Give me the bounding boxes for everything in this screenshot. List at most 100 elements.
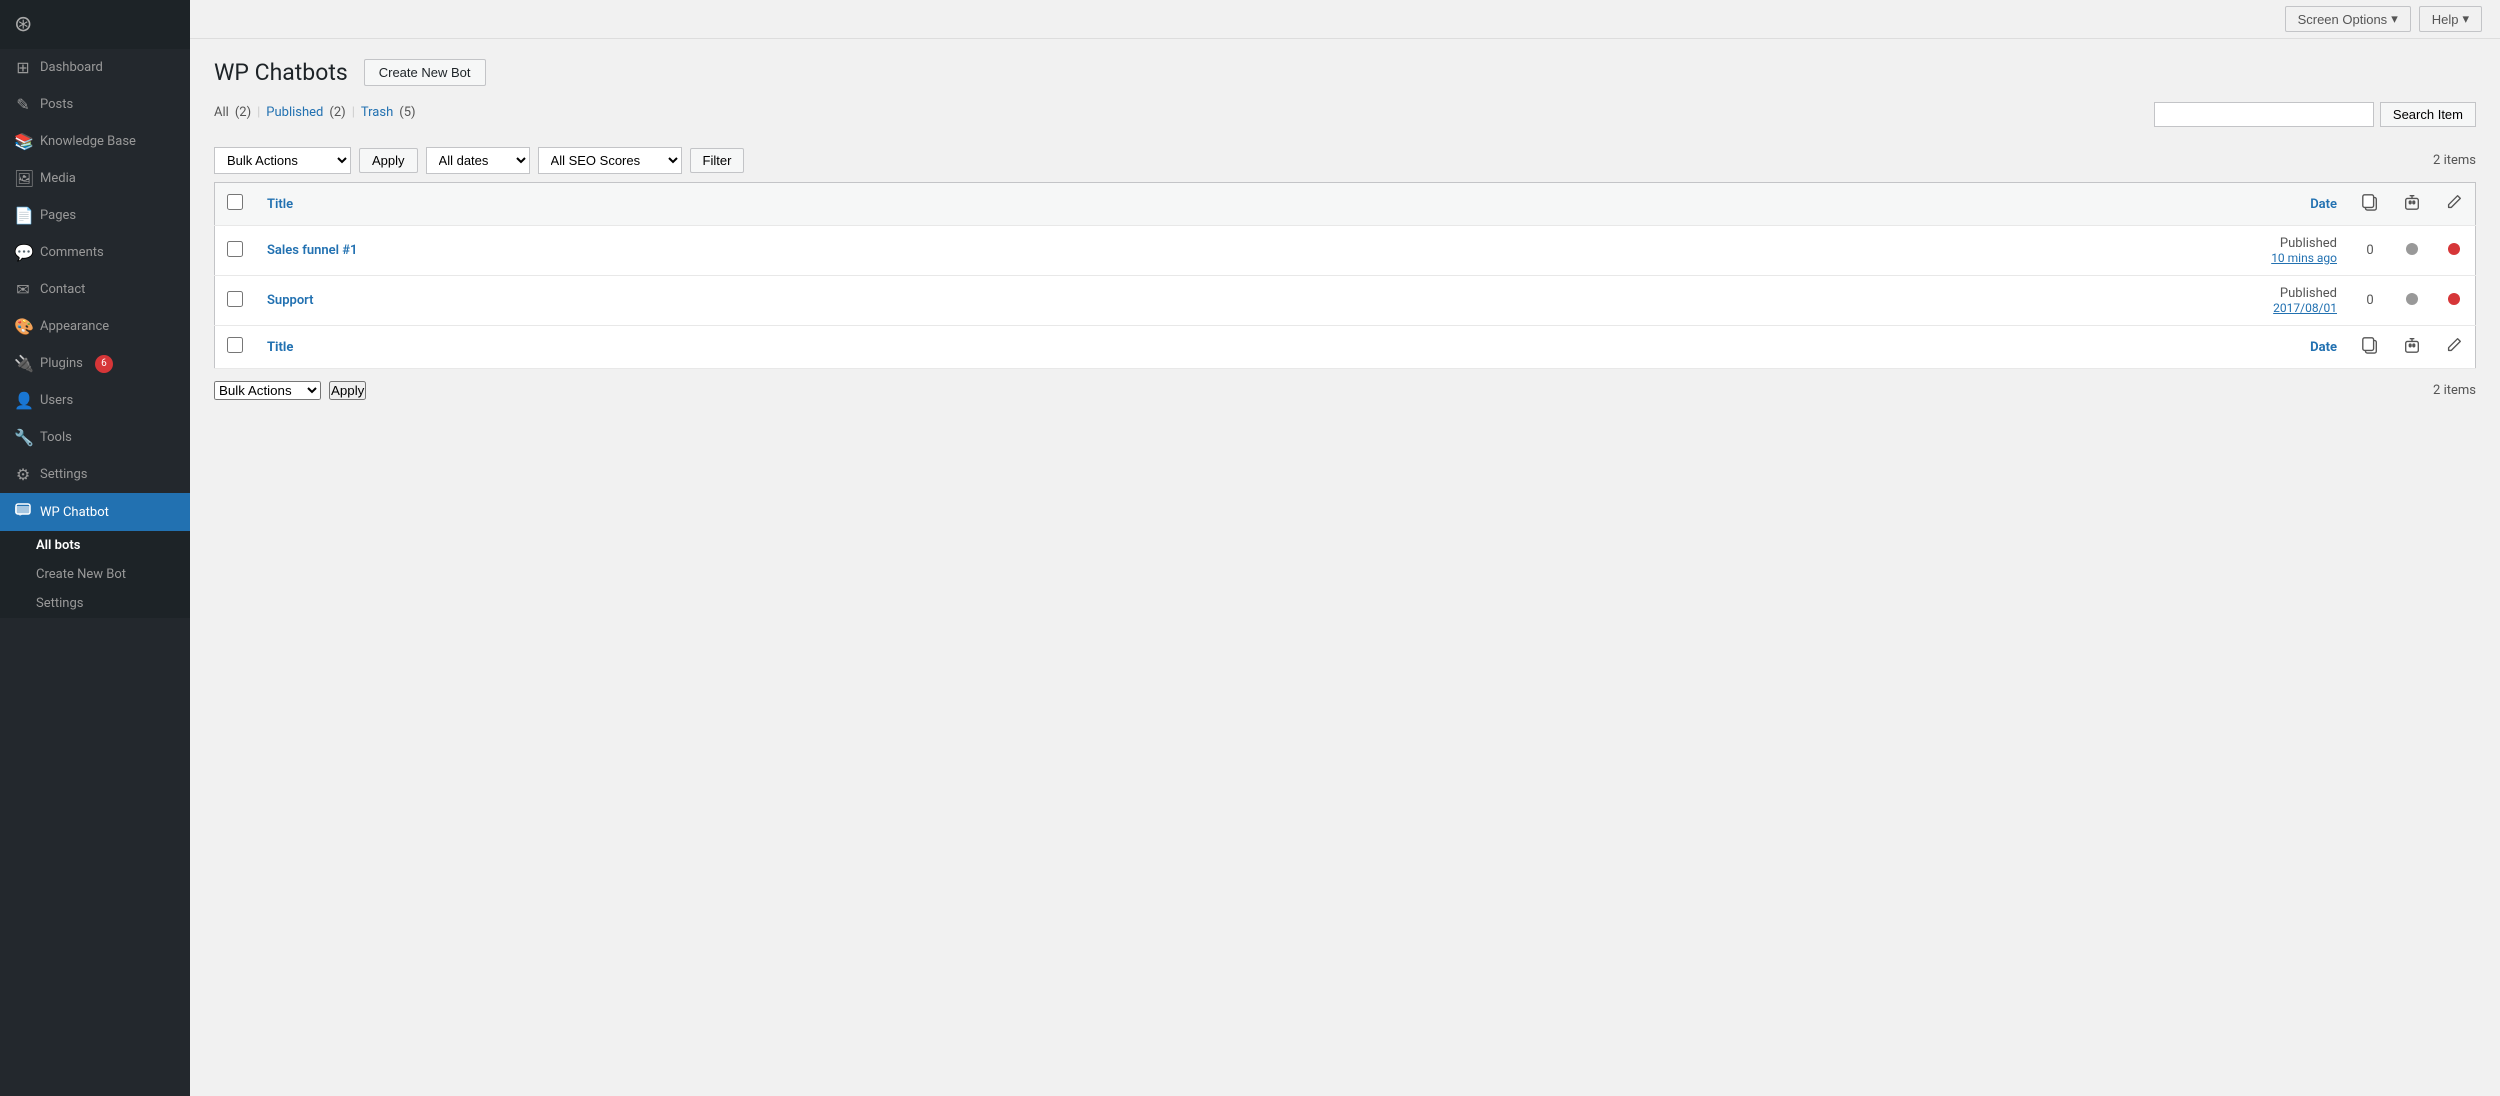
topbar: Screen Options ▾ Help ▾ — [190, 0, 2500, 39]
all-dates-select[interactable]: All dates — [426, 147, 530, 174]
status-dot-gray-1 — [2406, 243, 2418, 255]
sidebar-item-label: Dashboard — [40, 60, 103, 75]
sidebar-item-dashboard[interactable]: ⊞ Dashboard — [0, 49, 190, 86]
filter-all-count: (2) — [235, 105, 251, 120]
row-count-1: 0 — [2349, 226, 2391, 276]
tools-icon: 🔧 — [14, 428, 32, 447]
row-title-link-2[interactable]: Support — [267, 293, 314, 308]
plugins-badge: 6 — [95, 355, 113, 373]
wp-logo-icon: ⊛ — [14, 12, 32, 37]
sidebar-item-label: Pages — [40, 208, 76, 223]
status-dot-red-1 — [2448, 243, 2460, 255]
col-bot-header — [2391, 183, 2433, 226]
filter-trash-link[interactable]: Trash — [361, 105, 393, 120]
sidebar-item-pages[interactable]: 📄 Pages — [0, 197, 190, 234]
sidebar-item-plugins[interactable]: 🔌 Plugins 6 — [0, 345, 190, 382]
sidebar-item-appearance[interactable]: 🎨 Appearance — [0, 308, 190, 345]
sidebar-item-knowledge-base[interactable]: 📚 Knowledge Base — [0, 123, 190, 160]
col-edit-footer — [2433, 326, 2476, 369]
apply-button-top[interactable]: Apply — [359, 148, 418, 173]
pages-icon: 📄 — [14, 206, 32, 225]
submenu-item-create-new-bot[interactable]: Create New Bot — [0, 560, 190, 589]
sidebar-item-tools[interactable]: 🔧 Tools — [0, 419, 190, 456]
page-title: WP Chatbots — [214, 59, 348, 86]
sidebar-item-label: Posts — [40, 97, 73, 112]
sidebar-item-comments[interactable]: 💬 Comments — [0, 234, 190, 271]
row-checkbox-1 — [215, 226, 256, 276]
bulk-actions-select-bottom[interactable]: Bulk Actions Move to Trash — [214, 381, 321, 400]
bulk-actions-select-top[interactable]: Bulk Actions Move to Trash — [214, 147, 351, 174]
screen-options-button[interactable]: Screen Options ▾ — [2285, 6, 2411, 32]
row-dot-red-2 — [2433, 276, 2476, 326]
col-date-footer[interactable]: Date — [1612, 326, 2349, 369]
row-dot-gray-1 — [2391, 226, 2433, 276]
filter-button[interactable]: Filter — [690, 148, 745, 173]
contact-icon: ✉ — [14, 280, 32, 299]
col-title-header[interactable]: Title — [255, 183, 1612, 226]
col-copy-footer — [2349, 326, 2391, 369]
dashboard-icon: ⊞ — [14, 58, 32, 77]
sidebar-item-wp-chatbot[interactable]: WP Chatbot — [0, 493, 190, 531]
sidebar-item-label: Users — [40, 393, 73, 408]
help-button[interactable]: Help ▾ — [2419, 6, 2482, 32]
table-row: Sales funnel #1 Published 10 mins ago 0 — [215, 226, 2476, 276]
row-status-1: Published — [1624, 236, 2337, 251]
sidebar-item-label: Tools — [40, 430, 72, 445]
filter-published-link[interactable]: Published — [266, 105, 323, 120]
status-dot-gray-2 — [2406, 293, 2418, 305]
copy-icon-header — [2361, 200, 2379, 215]
col-checkbox-footer — [215, 326, 256, 369]
apply-button-bottom[interactable]: Apply — [329, 381, 366, 400]
search-input[interactable] — [2154, 102, 2374, 127]
filter-all-label: All — [214, 105, 229, 120]
col-edit-header — [2433, 183, 2476, 226]
screen-options-chevron: ▾ — [2391, 11, 2398, 27]
col-date-header[interactable]: Date — [1612, 183, 2349, 226]
screen-options-label: Screen Options — [2298, 12, 2388, 27]
col-copy-header — [2349, 183, 2391, 226]
all-seo-scores-select[interactable]: All SEO Scores — [538, 147, 682, 174]
create-new-bot-button[interactable]: Create New Bot — [364, 59, 486, 86]
sidebar-item-users[interactable]: 👤 Users — [0, 382, 190, 419]
col-bot-footer — [2391, 326, 2433, 369]
status-dot-red-2 — [2448, 293, 2460, 305]
edit-icon-footer — [2445, 343, 2463, 358]
row-checkbox-2 — [215, 276, 256, 326]
row-select-2[interactable] — [227, 291, 243, 307]
search-item-button[interactable]: Search Item — [2380, 102, 2476, 127]
sidebar-item-media[interactable]: 🖼 Media — [0, 160, 190, 197]
comments-icon: 💬 — [14, 243, 32, 262]
edit-icon-header — [2445, 200, 2463, 215]
sidebar: ⊛ ⊞ Dashboard ✎ Posts 📚 Knowledge Base 🖼… — [0, 0, 190, 1096]
sidebar-item-contact[interactable]: ✉ Contact — [0, 271, 190, 308]
row-select-1[interactable] — [227, 241, 243, 257]
col-title-footer[interactable]: Title — [255, 326, 1612, 369]
submenu-item-settings[interactable]: Settings — [0, 589, 190, 618]
bottom-actions-bar: Bulk Actions Move to Trash Apply 2 items — [214, 381, 2476, 400]
sidebar-item-label: Plugins — [40, 356, 83, 371]
copy-icon-footer — [2361, 343, 2379, 358]
table-row: Support Published 2017/08/01 0 — [215, 276, 2476, 326]
page-header: WP Chatbots Create New Bot — [214, 59, 2476, 86]
main-content: Screen Options ▾ Help ▾ WP Chatbots Crea… — [190, 0, 2500, 1096]
row-status-2: Published — [1624, 286, 2337, 301]
row-dot-gray-2 — [2391, 276, 2433, 326]
search-row: Search Item — [2154, 102, 2476, 127]
appearance-icon: 🎨 — [14, 317, 32, 336]
select-all-checkbox-top[interactable] — [227, 194, 243, 210]
filter-trash-count: (5) — [399, 105, 415, 120]
submenu-item-all-bots[interactable]: All bots — [0, 531, 190, 560]
users-icon: 👤 — [14, 391, 32, 410]
row-title-link-1[interactable]: Sales funnel #1 — [267, 243, 357, 258]
sidebar-item-settings[interactable]: ⚙ Settings — [0, 456, 190, 493]
col-checkbox-header — [215, 183, 256, 226]
sidebar-item-label: Appearance — [40, 319, 109, 334]
sidebar-item-label: Media — [40, 171, 76, 186]
row-date-val-1: 10 mins ago — [1624, 251, 2337, 265]
select-all-checkbox-bottom[interactable] — [227, 337, 243, 353]
sidebar-item-posts[interactable]: ✎ Posts — [0, 86, 190, 123]
row-dot-red-1 — [2433, 226, 2476, 276]
sidebar-item-label: Knowledge Base — [40, 134, 136, 149]
sidebar-item-label: Settings — [40, 467, 87, 482]
knowledge-base-icon: 📚 — [14, 132, 32, 151]
